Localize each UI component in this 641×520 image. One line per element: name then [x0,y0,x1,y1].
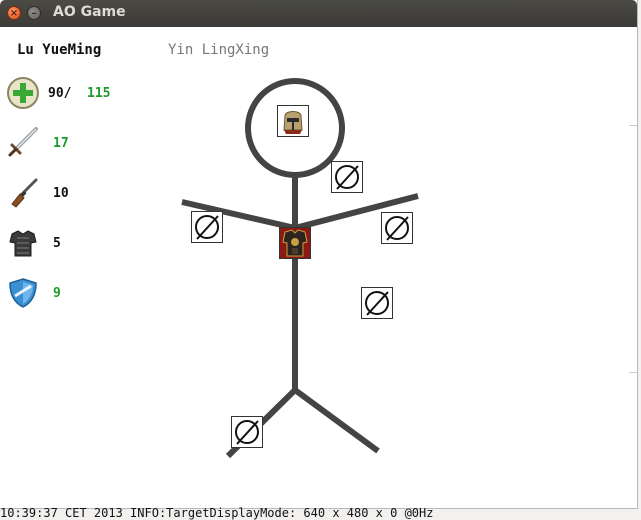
belt-slot[interactable] [361,287,393,319]
neck-slot[interactable] [331,161,363,193]
right-hand-slot[interactable] [381,212,413,244]
empty-slot-icon [235,420,259,445]
console-log-line: 10:39:37 CET 2013 INFO:TargetDisplayMode… [0,506,434,520]
character-figure [181,78,419,459]
left-hand-slot[interactable] [191,211,223,243]
foot-slot[interactable] [231,416,263,448]
head-slot[interactable] [277,105,309,137]
empty-slot-icon [385,216,409,241]
background-window-edge [629,125,637,126]
body-slot[interactable] [279,227,311,259]
empty-slot-icon [365,291,389,316]
game-window: × – AO Game Lu YueMing Yin LingXing 90/ … [0,0,638,509]
empty-slot-icon [335,165,359,190]
empty-slot-icon [195,215,219,240]
knight-helmet-icon [283,111,303,134]
background-window-edge [629,372,637,373]
dark-armor-icon [280,228,310,258]
